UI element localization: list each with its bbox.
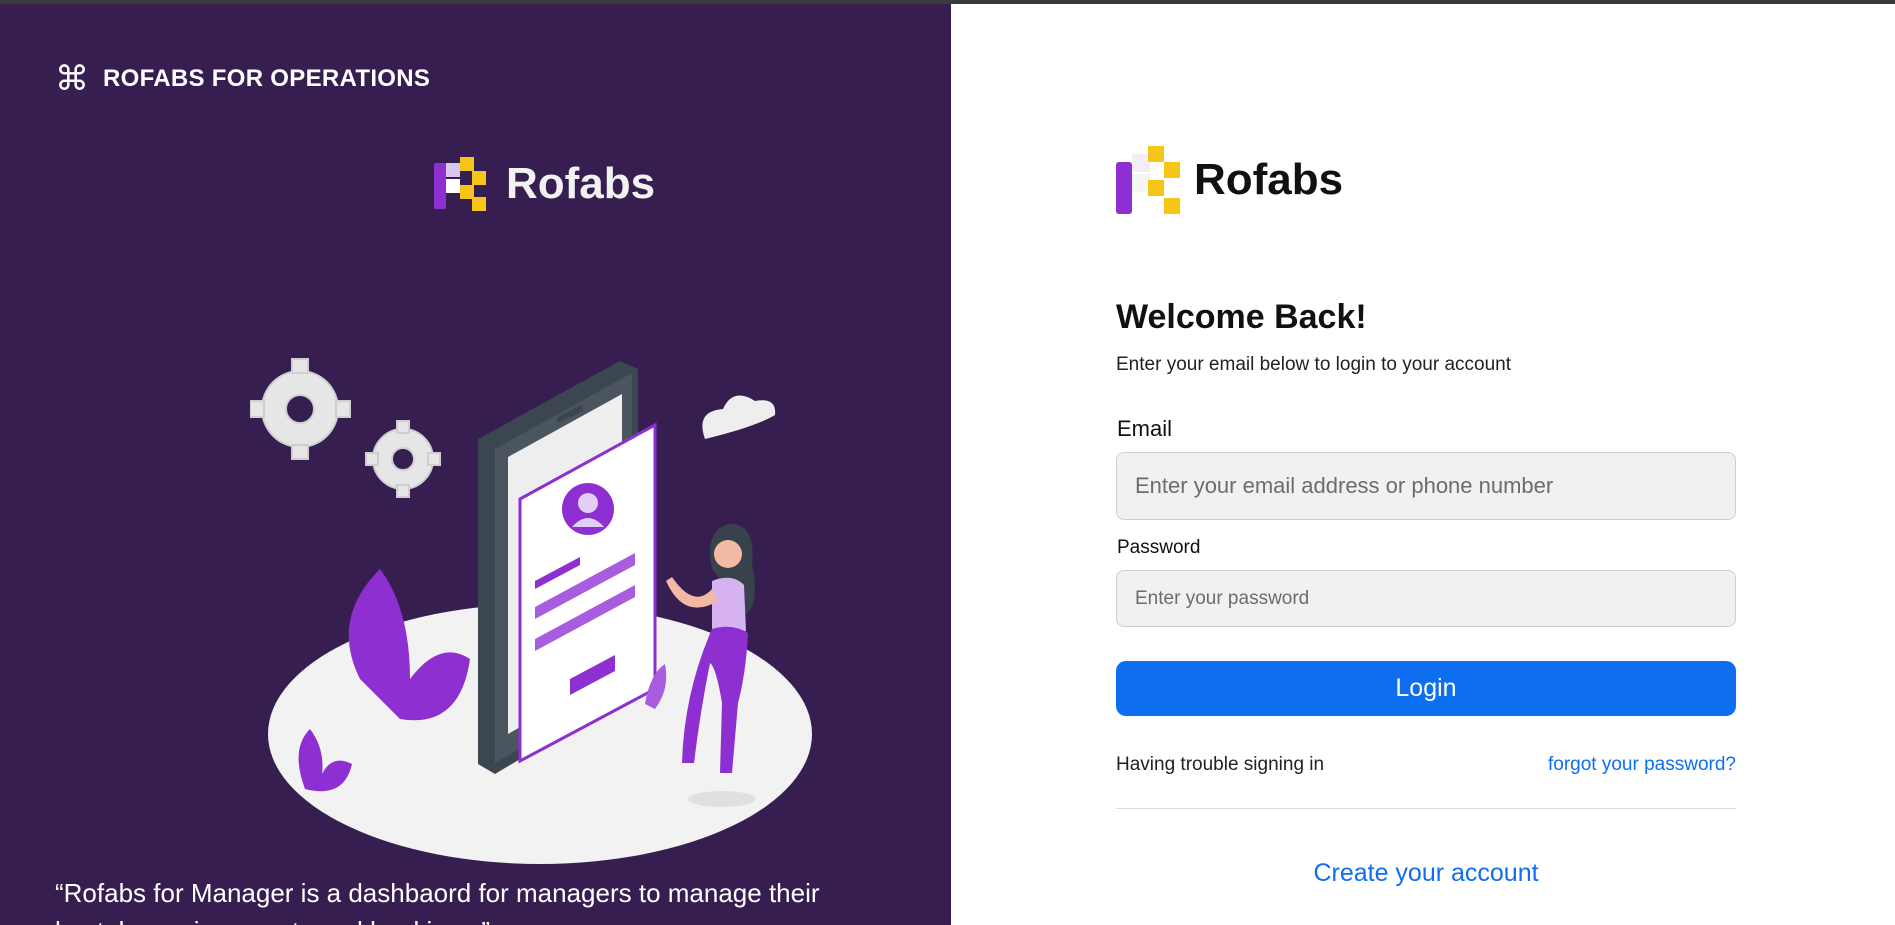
- page-subtitle: Enter your email below to login to your …: [1116, 354, 1511, 375]
- rofabs-logo-text: Rofabs: [1194, 155, 1344, 204]
- command-key-icon: ⌘: [55, 59, 89, 99]
- create-account-link[interactable]: Create your account: [1116, 859, 1736, 888]
- rofabs-logo: Rofabs: [1116, 146, 1343, 214]
- brand-panel: ⌘ ROFABS FOR OPERATIONS Rofabs “Rofabs f…: [0, 4, 951, 925]
- login-panel: Rofabs Welcome Back! Enter your email be…: [951, 4, 1895, 925]
- brand-header-text: ROFABS FOR OPERATIONS: [103, 65, 431, 92]
- login-button[interactable]: Login: [1116, 661, 1736, 716]
- product-quote: “Rofabs for Manager is a dashbaord for m…: [55, 878, 820, 925]
- email-field[interactable]: [1116, 452, 1736, 520]
- gear-small-icon: [365, 420, 441, 498]
- gear-icon: [249, 358, 351, 460]
- page-title: Welcome Back!: [1116, 298, 1367, 336]
- rofabs-logo: Rofabs: [434, 157, 655, 211]
- divider: [1116, 808, 1736, 809]
- forgot-password-link[interactable]: forgot your password?: [1548, 754, 1736, 776]
- rofabs-logo-icon: [1116, 146, 1180, 214]
- email-label: Email: [1117, 416, 1173, 441]
- login-illustration: [249, 349, 830, 874]
- brand-header: ⌘ ROFABS FOR OPERATIONS: [55, 62, 430, 96]
- rofabs-logo-icon: [434, 157, 486, 211]
- trouble-signing-in-text: Having trouble signing in: [1116, 754, 1325, 775]
- cloud-icon: [702, 395, 776, 439]
- password-field[interactable]: [1116, 570, 1736, 627]
- password-label: Password: [1117, 537, 1201, 558]
- rofabs-logo-text: Rofabs: [506, 159, 656, 208]
